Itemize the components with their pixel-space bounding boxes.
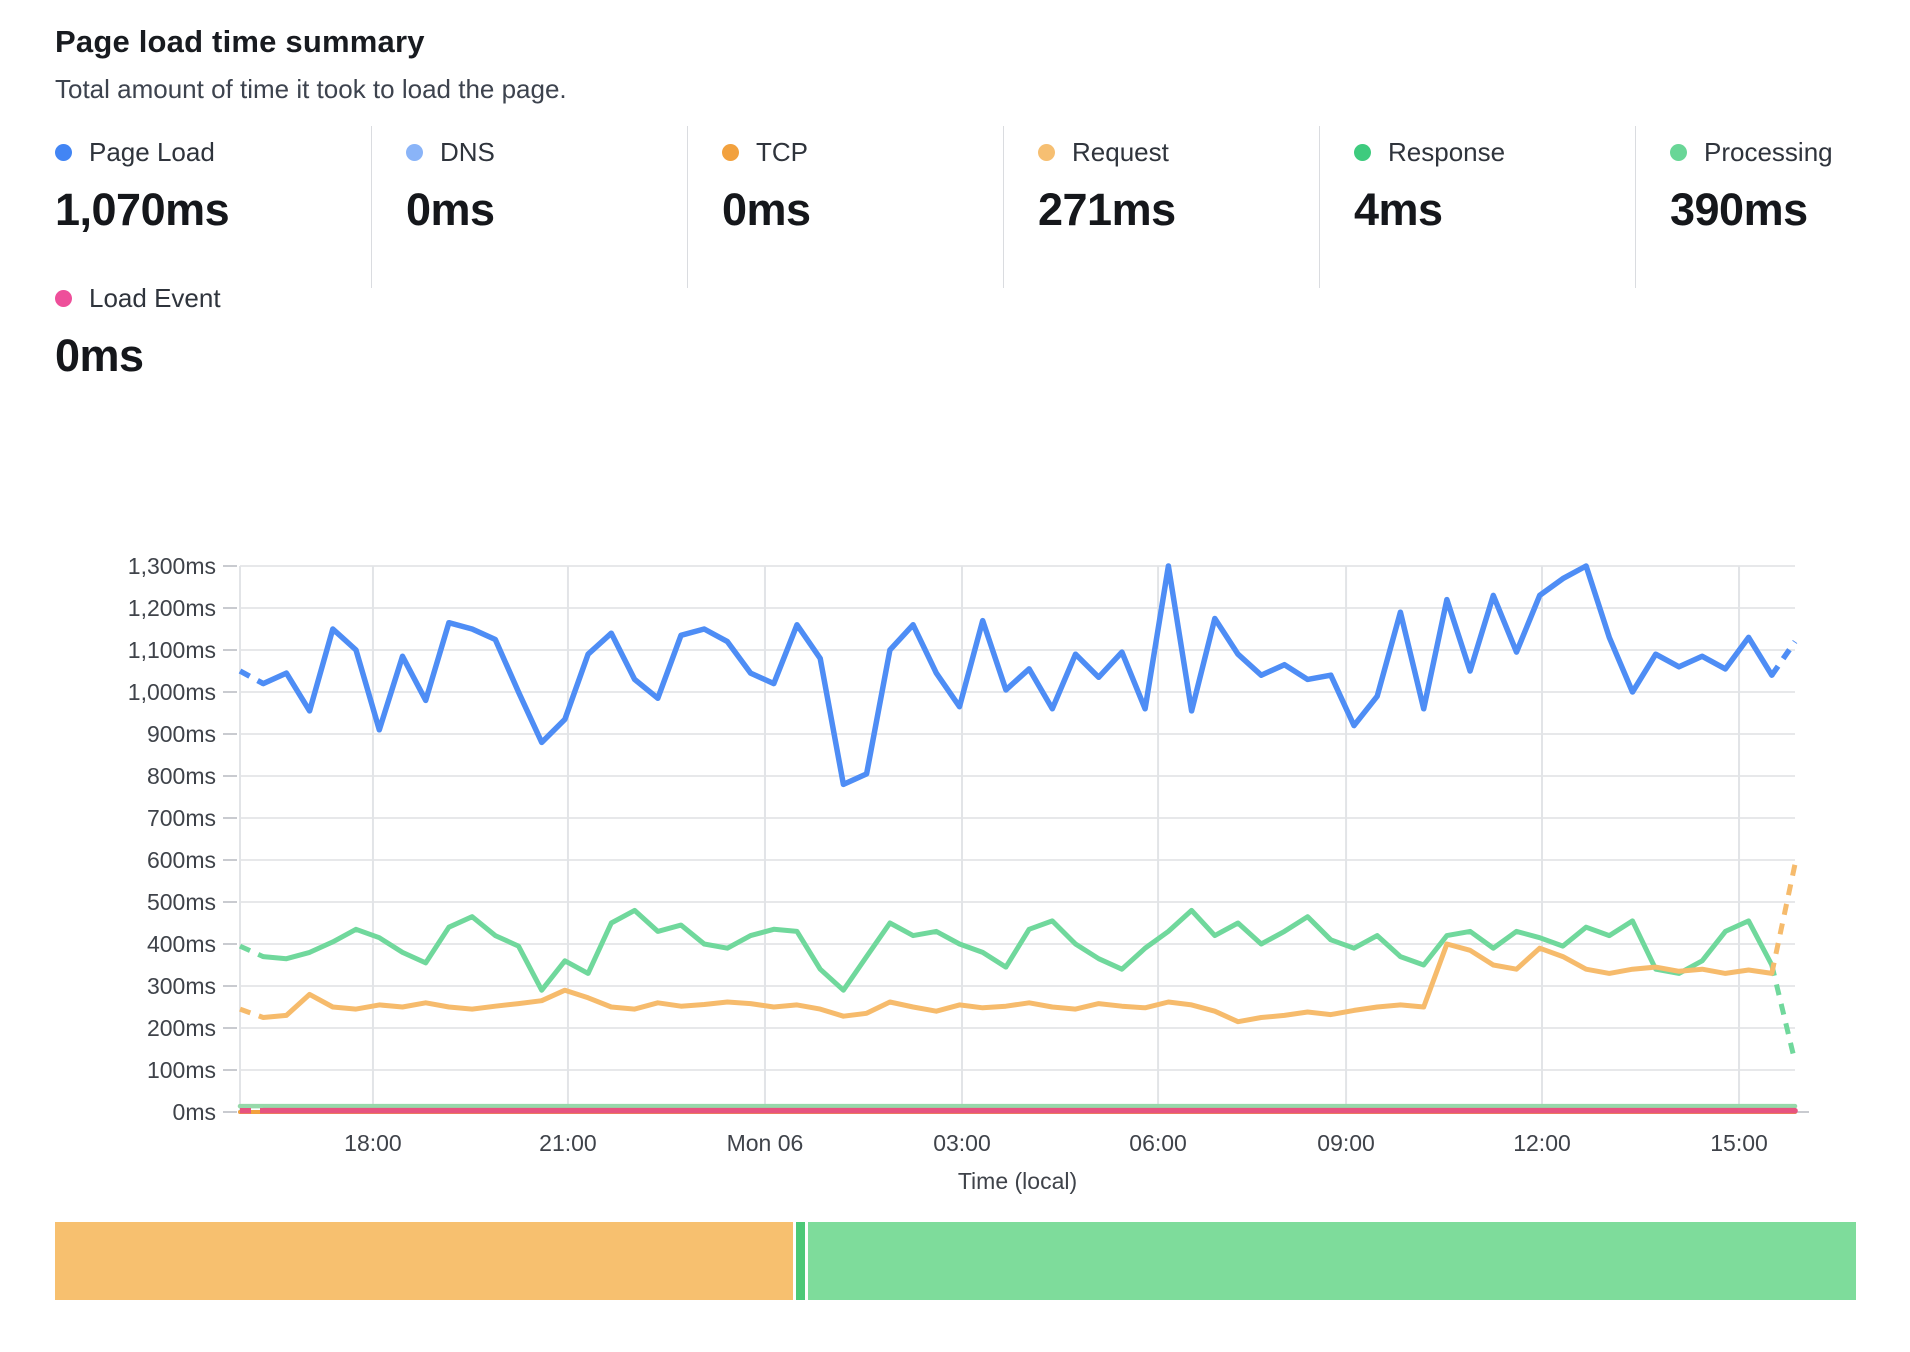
- svg-text:15:00: 15:00: [1710, 1130, 1768, 1156]
- svg-text:700ms: 700ms: [147, 805, 216, 831]
- svg-text:03:00: 03:00: [933, 1130, 991, 1156]
- metric-label: Processing: [1704, 137, 1833, 168]
- divider-share-segment[interactable]: [796, 1222, 804, 1300]
- metric-label: Response: [1388, 137, 1505, 168]
- metric-value: 0ms: [55, 330, 455, 382]
- metric-value: 0ms: [406, 184, 687, 236]
- svg-text:400ms: 400ms: [147, 931, 216, 957]
- tcp-legend-dot: [722, 144, 739, 161]
- metric-label: Page Load: [89, 137, 215, 168]
- dns-legend-dot: [406, 144, 423, 161]
- metric-request: Request 271ms: [1003, 126, 1319, 288]
- metric-dns: DNS 0ms: [371, 126, 687, 288]
- metric-value: 271ms: [1038, 184, 1319, 236]
- metric-load-event: Load Event 0ms: [55, 272, 455, 434]
- processing-legend-dot: [1670, 144, 1687, 161]
- metric-tcp: TCP 0ms: [687, 126, 1003, 288]
- response-legend-dot: [1354, 144, 1371, 161]
- svg-text:18:00: 18:00: [344, 1130, 402, 1156]
- page-load-summary-panel: { "header": { "title": "Page load time s…: [0, 0, 1910, 1352]
- svg-text:100ms: 100ms: [147, 1057, 216, 1083]
- duration-breakdown-bar: [55, 1222, 1856, 1300]
- metric-value: 390ms: [1670, 184, 1910, 236]
- metric-value: 0ms: [722, 184, 1003, 236]
- metric-value: 4ms: [1354, 184, 1635, 236]
- metric-label: TCP: [756, 137, 808, 168]
- page-subtitle: Total amount of time it took to load the…: [55, 74, 567, 105]
- metric-label: DNS: [440, 137, 495, 168]
- svg-text:500ms: 500ms: [147, 889, 216, 915]
- metric-processing: Processing 390ms: [1635, 126, 1910, 288]
- svg-text:0ms: 0ms: [173, 1099, 216, 1125]
- svg-text:900ms: 900ms: [147, 721, 216, 747]
- page-title: Page load time summary: [55, 24, 425, 60]
- metric-label: Load Event: [89, 283, 221, 314]
- request-legend-dot: [1038, 144, 1055, 161]
- svg-text:12:00: 12:00: [1513, 1130, 1571, 1156]
- page-load-legend-dot: [55, 144, 72, 161]
- svg-text:1,200ms: 1,200ms: [128, 595, 216, 621]
- request-share-segment[interactable]: [55, 1222, 793, 1300]
- metric-page-load: Page Load 1,070ms: [55, 126, 371, 288]
- metrics-row: Page Load 1,070ms DNS 0ms TCP 0ms Reques…: [55, 126, 1910, 288]
- svg-text:1,100ms: 1,100ms: [128, 637, 216, 663]
- metric-response: Response 4ms: [1319, 126, 1635, 288]
- x-axis-title: Time (local): [240, 1168, 1795, 1195]
- svg-text:06:00: 06:00: [1129, 1130, 1187, 1156]
- metric-value: 1,070ms: [55, 184, 371, 236]
- svg-text:600ms: 600ms: [147, 847, 216, 873]
- processing-share-segment[interactable]: [808, 1222, 1857, 1300]
- svg-text:200ms: 200ms: [147, 1015, 216, 1041]
- svg-text:Mon 06: Mon 06: [727, 1130, 804, 1156]
- svg-text:300ms: 300ms: [147, 973, 216, 999]
- load-event-legend-dot: [55, 290, 72, 307]
- svg-text:1,000ms: 1,000ms: [128, 679, 216, 705]
- svg-text:21:00: 21:00: [539, 1130, 597, 1156]
- svg-text:800ms: 800ms: [147, 763, 216, 789]
- metric-label: Request: [1072, 137, 1169, 168]
- svg-text:09:00: 09:00: [1317, 1130, 1375, 1156]
- svg-text:1,300ms: 1,300ms: [128, 553, 216, 579]
